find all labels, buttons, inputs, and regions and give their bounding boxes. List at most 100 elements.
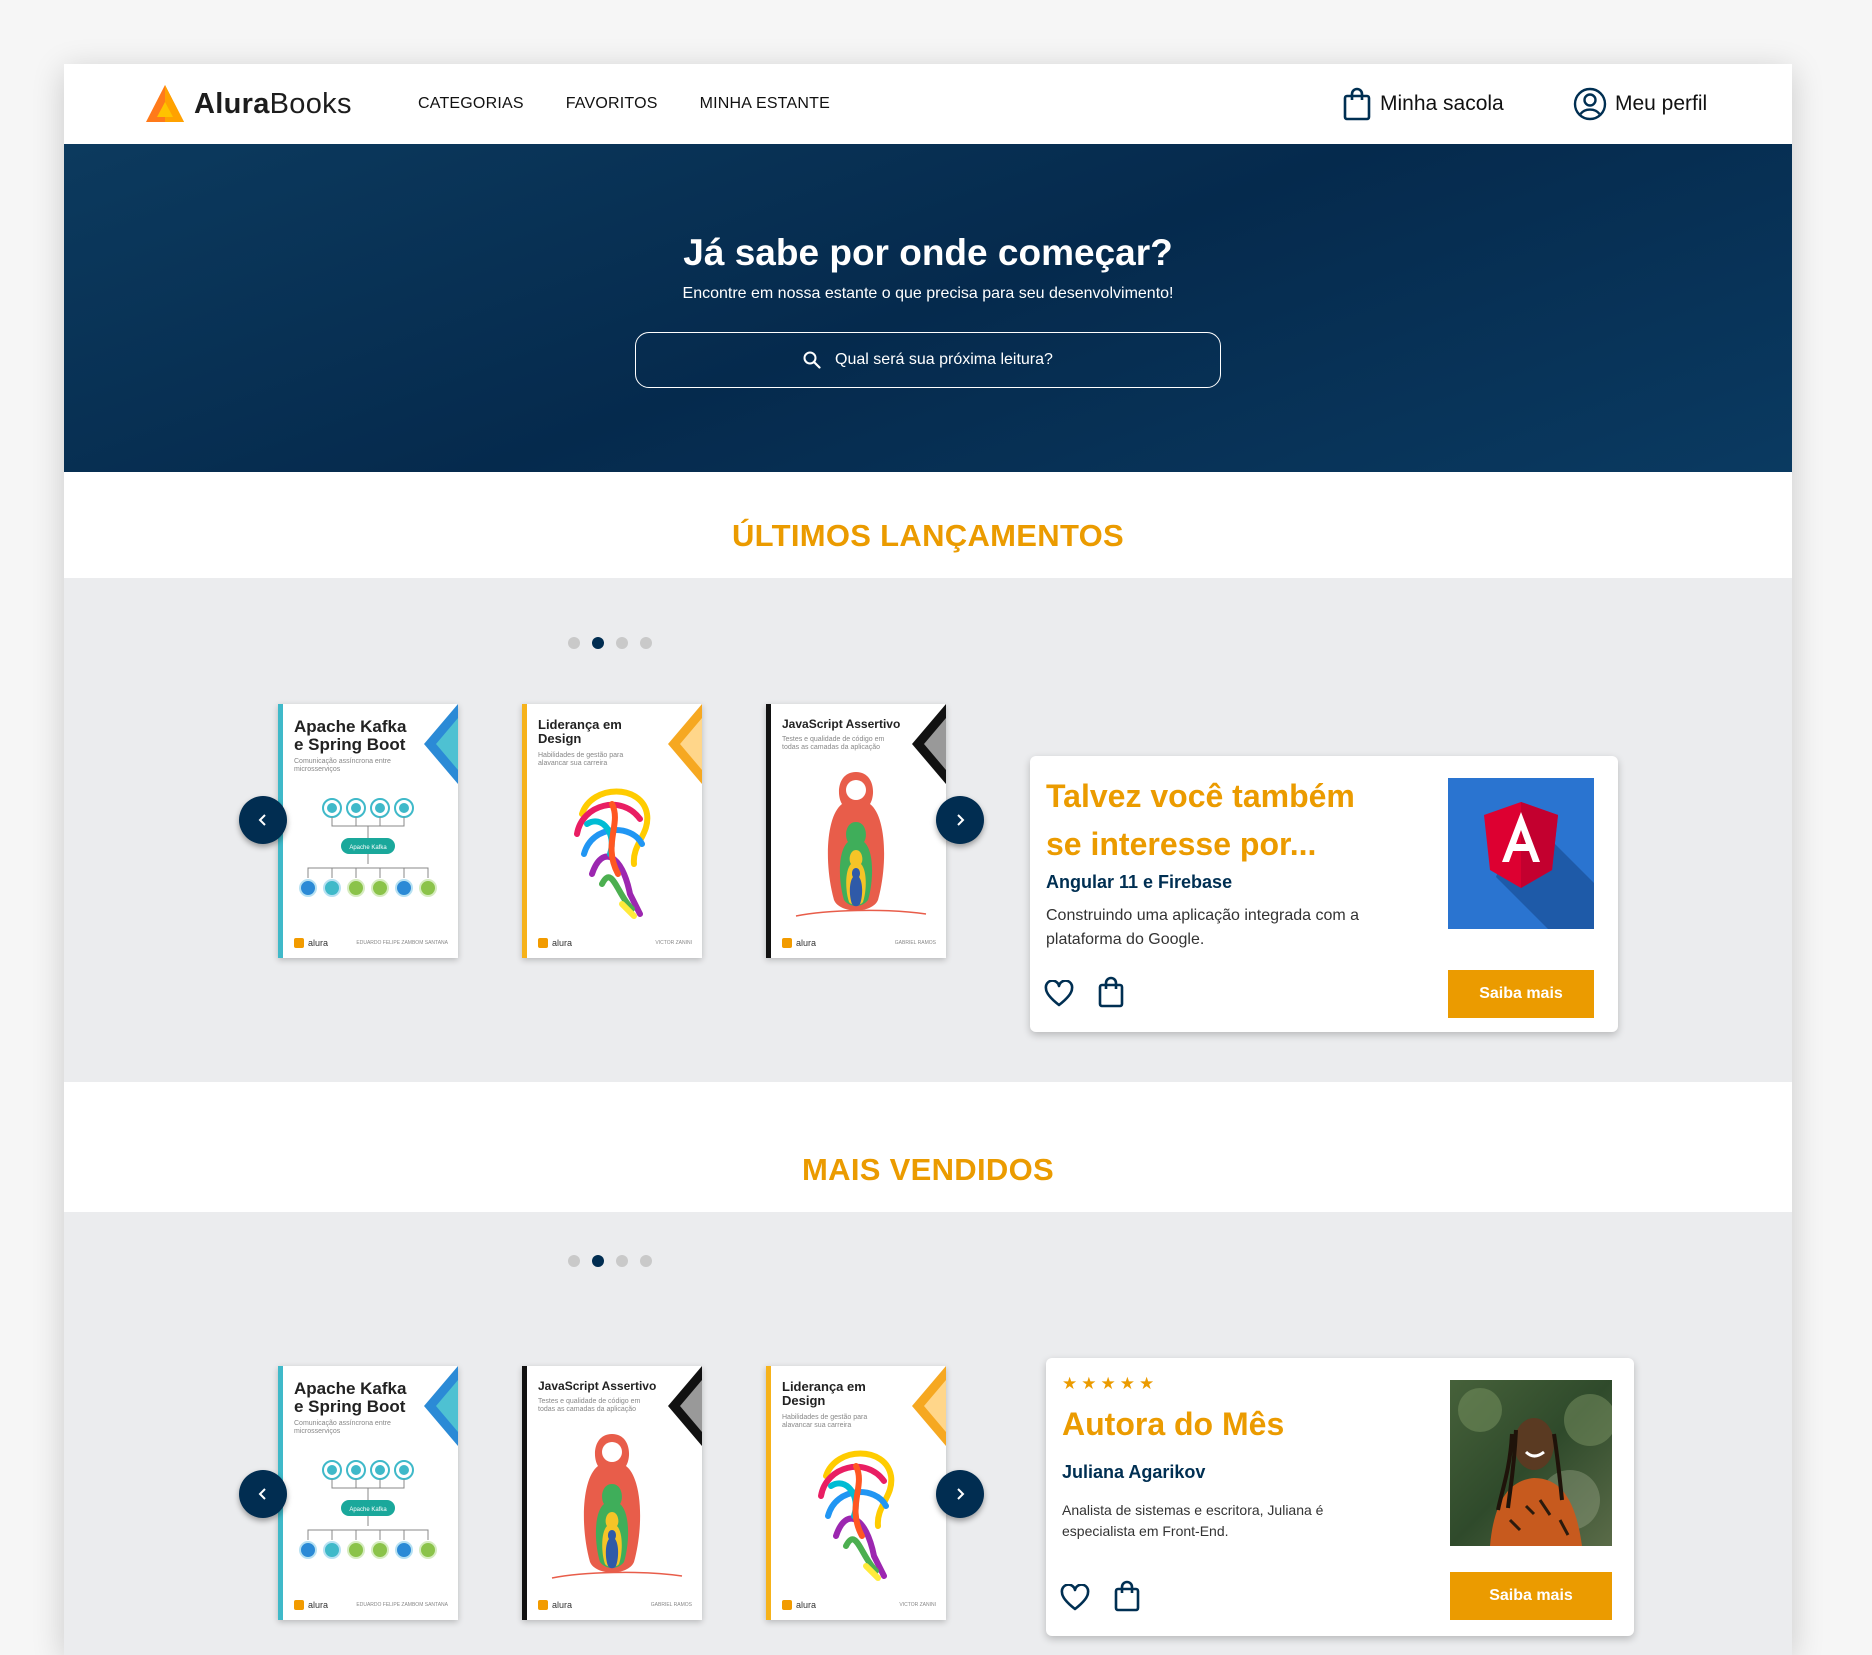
profile-label: Meu perfil	[1615, 92, 1708, 115]
author-photo-image	[1450, 1380, 1612, 1546]
shopping-bag-icon	[1114, 1580, 1140, 1612]
bag-label: Minha sacola	[1380, 92, 1504, 115]
author-name: Juliana Agarikov	[1062, 1462, 1206, 1482]
page: AluraBooks CATEGORIAS FAVORITOS MINHA ES…	[64, 64, 1792, 1655]
bestsellers-carousel-dots	[568, 1255, 652, 1267]
carousel-dot-active[interactable]	[592, 637, 604, 649]
book-card[interactable]: JavaScript Assertivo Testes e qualidade …	[522, 1366, 702, 1620]
book-publisher: alura	[782, 938, 816, 948]
book-author: GABRIEL RAMOS	[650, 1602, 692, 1608]
nav-favoritos[interactable]: FAVORITOS	[566, 95, 658, 113]
angular-book-image	[1448, 778, 1594, 929]
card-description: Construindo uma aplicação integrada com …	[1046, 907, 1360, 948]
main-nav: CATEGORIAS FAVORITOS MINHA ESTANTE	[418, 64, 830, 144]
add-to-bag-button[interactable]	[1114, 1580, 1140, 1617]
heart-icon	[1060, 1583, 1090, 1611]
matryoshka-doll-illustration	[795, 772, 927, 917]
book-card[interactable]: Apache Kafka e Spring Boot Comunicação a…	[278, 704, 458, 958]
header: AluraBooks CATEGORIAS FAVORITOS MINHA ES…	[64, 64, 1792, 144]
carousel-dot[interactable]	[640, 1255, 652, 1267]
user-profile-icon	[1573, 87, 1607, 121]
card-book-name: Angular 11 e Firebase	[1046, 872, 1233, 892]
book-card[interactable]: Apache Kafka e Spring Boot Comunicação a…	[278, 1366, 458, 1620]
saiba-mais-button[interactable]: Saiba mais	[1450, 1572, 1612, 1620]
profile-link[interactable]: Meu perfil	[1573, 64, 1707, 144]
heart-icon	[1044, 979, 1074, 1007]
carousel-dot-active[interactable]	[592, 1255, 604, 1267]
colorful-head-illustration	[818, 1450, 895, 1581]
kafka-diagram-illustration: Apache Kafka	[299, 1460, 437, 1559]
colorful-head-illustration	[574, 788, 651, 919]
book-publisher: alura	[294, 1600, 328, 1610]
releases-section: Apache Kafka e Spring Boot Comunicação a…	[64, 578, 1792, 1082]
carousel-dot[interactable]	[568, 1255, 580, 1267]
publisher-name: alura	[552, 1600, 573, 1610]
chevron-left-icon	[258, 814, 266, 826]
carousel-dot[interactable]	[616, 637, 628, 649]
chevron-left-icon	[258, 1488, 266, 1500]
book-author: EDUARDO FELIPE ZAMBOM SANTANA	[356, 1602, 448, 1608]
carousel-next-button[interactable]	[936, 796, 984, 844]
chevron-right-icon	[957, 1488, 965, 1500]
svg-text:Apache Kafka: Apache Kafka	[349, 1507, 387, 1513]
svg-text:Apache Kafka: Apache Kafka	[349, 845, 387, 851]
book-author: EDUARDO FELIPE ZAMBOM SANTANA	[356, 940, 448, 946]
carousel-dot[interactable]	[568, 637, 580, 649]
shopping-bag-icon	[1343, 87, 1371, 121]
hero-title: Já sabe por onde começar?	[683, 232, 1173, 273]
kafka-diagram-illustration: Apache Kafka	[299, 798, 437, 897]
publisher-name: alura	[552, 938, 573, 948]
section-title-releases: ÚLTIMOS LANÇAMENTOS	[731, 518, 1125, 553]
logo-brand-light: Books	[269, 87, 352, 120]
publisher-name: alura	[796, 938, 817, 948]
shopping-bag-icon	[1098, 976, 1124, 1008]
book-card[interactable]: Liderança em Design Habilidades de gestã…	[766, 1366, 946, 1620]
book-card[interactable]: Liderança em Design Habilidades de gestã…	[522, 704, 702, 958]
bestsellers-section: Apache Kafka e Spring Boot Comunicação a…	[64, 1212, 1792, 1655]
book-author: GABRIEL RAMOS	[894, 940, 936, 946]
search-placeholder: Qual será sua próxima leitura?	[835, 351, 1053, 368]
publisher-name: alura	[796, 1600, 817, 1610]
publisher-name: alura	[308, 938, 329, 948]
search-input[interactable]: Qual será sua próxima leitura?	[635, 332, 1221, 388]
book-author: VICTOR ZANINI	[899, 1602, 936, 1608]
book-publisher: alura	[538, 938, 572, 948]
add-to-bag-button[interactable]	[1098, 976, 1124, 1013]
logo-text: AluraBooks	[194, 88, 352, 121]
angular-logo-icon	[1484, 802, 1594, 929]
carousel-dot[interactable]	[616, 1255, 628, 1267]
alura-logo-icon	[146, 85, 184, 122]
book-publisher: alura	[782, 1600, 816, 1610]
book-card[interactable]: JavaScript Assertivo Testes e qualidade …	[766, 704, 946, 958]
carousel-prev-button[interactable]	[239, 1470, 287, 1518]
logo-brand-bold: Alura	[194, 87, 270, 120]
author-description: Analista de sistemas e escritora, Julian…	[1062, 1502, 1324, 1539]
author-of-month-card: ★★★★★ Autora do Mês Juliana Agarikov Ana…	[1046, 1358, 1634, 1636]
saiba-mais-button[interactable]: Saiba mais	[1448, 970, 1594, 1018]
book-author: VICTOR ZANINI	[655, 940, 692, 946]
search-icon	[803, 351, 821, 369]
recommendation-card: Talvez você também se interesse por... A…	[1030, 756, 1618, 1032]
author-photo	[1450, 1380, 1612, 1546]
logo[interactable]: AluraBooks	[144, 82, 352, 126]
matryoshka-doll-illustration	[551, 1434, 683, 1579]
hero-subtitle: Encontre em nossa estante o que precisa …	[682, 285, 1174, 302]
star-rating: ★★★★★	[1062, 1374, 1159, 1393]
releases-carousel-dots	[568, 637, 652, 649]
card-title: Autora do Mês	[1062, 1406, 1285, 1442]
bag-link[interactable]: Minha sacola	[1342, 64, 1504, 144]
card-title: Talvez você também se interesse por...	[1046, 778, 1355, 862]
book-publisher: alura	[538, 1600, 572, 1610]
carousel-prev-button[interactable]	[239, 796, 287, 844]
carousel-dot[interactable]	[640, 637, 652, 649]
book-publisher: alura	[294, 938, 328, 948]
nav-categorias[interactable]: CATEGORIAS	[418, 95, 524, 113]
chevron-right-icon	[957, 814, 965, 826]
nav-minha-estante[interactable]: MINHA ESTANTE	[700, 95, 830, 113]
publisher-name: alura	[308, 1600, 329, 1610]
carousel-next-button[interactable]	[936, 1470, 984, 1518]
favorite-button[interactable]	[1060, 1583, 1090, 1617]
section-title-bestsellers: MAIS VENDIDOS	[802, 1152, 1054, 1187]
hero-banner: Já sabe por onde começar? Encontre em no…	[64, 144, 1792, 472]
favorite-button[interactable]	[1044, 979, 1074, 1013]
